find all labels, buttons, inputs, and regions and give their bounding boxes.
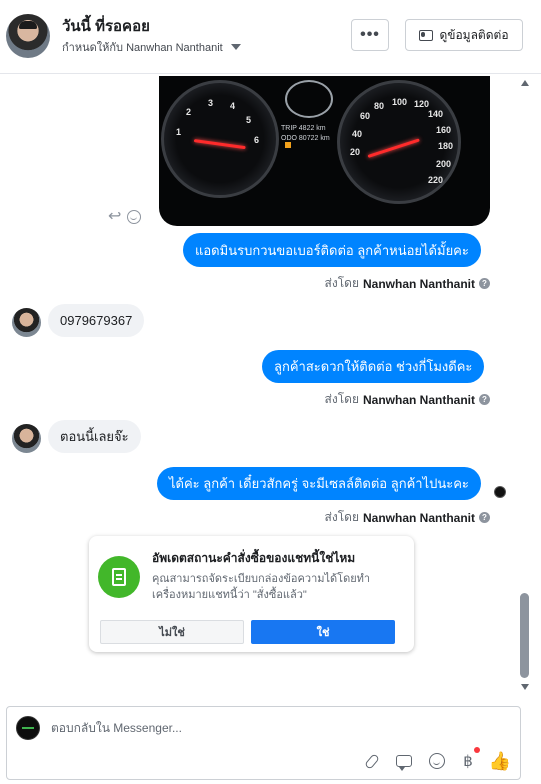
emoji-button[interactable] [427, 751, 447, 771]
sender-name[interactable]: Nanwhan Nanthanit [363, 277, 475, 291]
gauge-number: 6 [254, 135, 260, 145]
page-avatar [16, 716, 40, 740]
thumbs-up-icon: 👍 [488, 750, 512, 771]
notification-dot [474, 747, 480, 753]
fuel-warning-icon [285, 142, 291, 148]
sent-by-line: ส่งโดย Nanwhan Nanthanit ? [325, 390, 490, 409]
odo-label: ODO [281, 135, 297, 142]
gauge-number: 100 [392, 97, 408, 107]
attach-button[interactable] [362, 751, 382, 771]
reply-icon[interactable]: ↩ [108, 209, 121, 225]
order-receipt-icon [98, 556, 140, 598]
like-button[interactable]: 👍 [488, 750, 512, 771]
speedometer-gauge: 80 100 120 140 60 160 40 180 20 200 220 [337, 80, 461, 204]
dashboard-photo-attachment[interactable]: 2 3 4 5 6 1 TRIP 4822 km ODO 80722 km 80… [159, 76, 490, 226]
reply-composer: ฿ 👍 [6, 706, 521, 780]
sent-by-prefix: ส่งโดย [324, 510, 359, 524]
gauge-number: 80 [374, 101, 385, 111]
contact-message-avatar[interactable] [12, 308, 41, 337]
trip-value: 4822 km [298, 125, 326, 132]
gauge-number: 60 [360, 111, 371, 121]
gauge-number: 120 [414, 99, 430, 109]
view-contact-button[interactable]: ดูข้อมูลติดต่อ [405, 19, 523, 51]
contact-card-icon [419, 29, 434, 41]
assignee-label: กำหนดให้กับ Nanwhan Nanthanit [62, 42, 223, 54]
gauge-number: 220 [428, 175, 444, 185]
gauge-number: 200 [436, 159, 452, 169]
sender-name[interactable]: Nanwhan Nanthanit [363, 511, 475, 525]
view-contact-label: ดูข้อมูลติดต่อ [439, 27, 509, 42]
scroll-up-arrow-icon[interactable] [521, 80, 529, 86]
message-actions: ↩ [108, 209, 142, 225]
contact-avatar[interactable] [6, 14, 50, 58]
center-display [285, 80, 333, 118]
saved-replies-button[interactable] [394, 751, 414, 771]
sent-by-line: ส่งโดย Nanwhan Nanthanit ? [325, 274, 490, 293]
gauge-number: 40 [352, 129, 363, 139]
outgoing-message[interactable]: ลูกค้าสะดวกให้ติดต่อ ช่วงกี่โมงดีคะ [262, 350, 485, 383]
gauge-number: 180 [438, 141, 454, 151]
scrollbar[interactable] [518, 76, 532, 694]
odo-value: 80722 km [298, 135, 330, 142]
incoming-message[interactable]: ตอนนี้เลยจ๊ะ [48, 420, 141, 453]
gauge-number: 160 [436, 125, 452, 135]
chevron-down-icon [230, 44, 241, 50]
gauge-number: 1 [176, 127, 182, 137]
contact-message-avatar[interactable] [12, 424, 41, 453]
gauge-number: 2 [186, 107, 192, 117]
react-smiley-icon[interactable] [127, 210, 142, 224]
order-status-prompt-card: อัพเดตสถานะคำสั่งซื้อของแชทนี้ใช่ไหม คุณ… [89, 536, 414, 652]
no-button[interactable]: ไม่ใช่ [100, 620, 244, 644]
assignee-selector[interactable]: กำหนดให้กับ Nanwhan Nanthanit [62, 38, 241, 56]
payment-button[interactable]: ฿ [458, 751, 478, 771]
chat-bubble-icon [396, 755, 412, 771]
speedometer-needle [367, 138, 420, 158]
sent-by-prefix: ส่งโดย [324, 276, 359, 290]
tachometer-gauge: 2 3 4 5 6 1 [161, 80, 279, 198]
incoming-message[interactable]: 0979679367 [48, 304, 145, 337]
sender-name[interactable]: Nanwhan Nanthanit [363, 393, 475, 407]
paperclip-icon [364, 752, 380, 770]
outgoing-message[interactable]: ได้ค่ะ ลูกค้า เดี๋ยวสักครู่ จะมีเซลล์ติด… [157, 467, 481, 500]
scroll-down-arrow-icon[interactable] [521, 684, 529, 690]
conversation-header: วันนี้ ที่รอคอย กำหนดให้กับ Nanwhan Nant… [0, 0, 541, 74]
reply-input[interactable] [51, 721, 351, 735]
baht-icon: ฿ [463, 752, 473, 770]
outgoing-message[interactable]: แอดมินรบกวนขอเบอร์ติดต่อ ลูกค้าหน่อยได้ม… [183, 233, 481, 267]
more-options-button[interactable]: ••• [351, 19, 389, 51]
emoji-icon [429, 753, 445, 769]
yes-button[interactable]: ใช่ [251, 620, 395, 644]
gauge-number: 140 [428, 109, 444, 119]
scrollbar-thumb[interactable] [520, 593, 529, 678]
more-dots-icon: ••• [360, 26, 380, 43]
info-icon[interactable]: ? [479, 278, 490, 289]
gauge-number: 5 [246, 115, 252, 125]
seen-indicator-avatar [494, 486, 506, 498]
contact-name[interactable]: วันนี้ ที่รอคอย [62, 14, 150, 38]
gauge-number: 4 [230, 101, 236, 111]
info-icon[interactable]: ? [479, 394, 490, 405]
info-icon[interactable]: ? [479, 512, 490, 523]
trip-label: TRIP [281, 125, 297, 132]
tachometer-needle [193, 139, 246, 150]
odometer-readout: TRIP 4822 km ODO 80722 km [281, 124, 330, 144]
gauge-number: 20 [350, 147, 361, 157]
sent-by-prefix: ส่งโดย [324, 392, 359, 406]
gauge-number: 3 [208, 98, 214, 108]
sent-by-line: ส่งโดย Nanwhan Nanthanit ? [325, 508, 490, 527]
card-description: คุณสามารถจัดระเบียบกล่องข้อความได้โดยทำเ… [152, 573, 371, 601]
card-title: อัพเดตสถานะคำสั่งซื้อของแชทนี้ใช่ไหม [152, 551, 356, 565]
